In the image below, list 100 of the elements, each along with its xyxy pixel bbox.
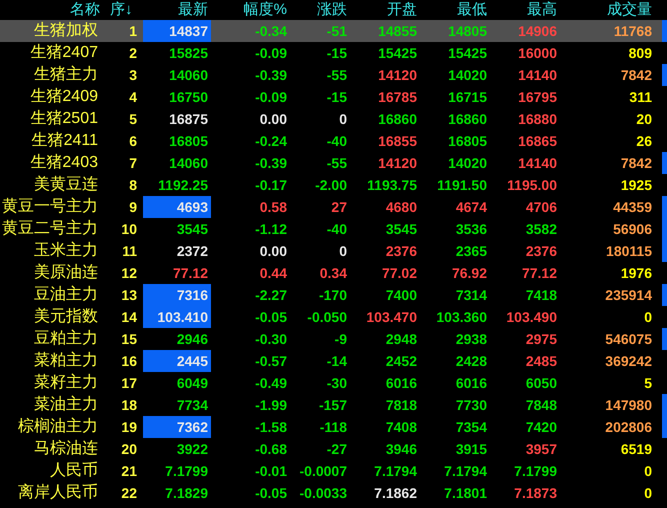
column-header[interactable]: 涨跌 [290, 0, 350, 20]
row-number: 19 [120, 418, 138, 437]
instrument-name: 玉米主力 [33, 240, 99, 261]
table-cell-text: 3545 [176, 220, 208, 239]
table-cell-text: 15825 [169, 44, 208, 63]
table-cell-text: 7842 [620, 154, 652, 173]
table-cell-text: 147980 [605, 396, 652, 415]
table-cell-text: -0.09 [255, 44, 287, 63]
column-header[interactable]: 开盘 [350, 0, 420, 20]
table-cell-text: 7.1873 [514, 484, 557, 503]
table-cell-text: -30 [326, 374, 347, 393]
table-cell-text: 180115 [606, 242, 652, 261]
table-cell-text: 14805 [448, 22, 487, 41]
table-cell-text: 16880 [518, 110, 557, 129]
column-header[interactable]: 序↓ [100, 0, 140, 20]
table-cell-text: 14060 [169, 154, 208, 173]
table-cell-text: 3915 [456, 440, 487, 459]
column-header[interactable]: 最低 [420, 0, 490, 20]
table-cell-text: 4706 [526, 198, 557, 217]
table-cell-text: -2.27 [255, 286, 287, 305]
row-number: 15 [120, 330, 138, 349]
table-cell-text: 7848 [526, 396, 557, 415]
table-cell-text: 4693 [176, 198, 208, 217]
table-cell-text: -0.49 [255, 374, 287, 393]
row-number: 16 [120, 352, 138, 371]
table-cell-text: -0.05 [255, 308, 287, 327]
column-header[interactable]: 成交量 [560, 0, 660, 20]
table-cell-text: 0.00 [260, 242, 287, 261]
instrument-name: 人民币 [49, 460, 99, 481]
row-number: 12 [120, 264, 138, 283]
table-cell-text: -15 [326, 44, 347, 63]
table-cell-text: -0.050 [307, 308, 347, 327]
row-number: 20 [120, 440, 138, 459]
table-cell-text: -1.12 [255, 220, 287, 239]
table-cell-text: 1195.00 [507, 176, 557, 195]
table-cell-text: 0 [339, 110, 347, 129]
table-cell-text: -40 [326, 132, 347, 151]
table-cell-text: 16000 [518, 44, 557, 63]
column-header[interactable]: 幅度% [211, 0, 290, 20]
table-cell-text: -1.99 [255, 396, 287, 415]
table-cell-text: 2376 [386, 242, 417, 261]
instrument-name: 生猪2407 [29, 42, 99, 63]
table-cell-text: -0.39 [255, 154, 287, 173]
table-cell-text: 7420 [526, 418, 557, 437]
table-cell-text: 2975 [526, 330, 557, 349]
instrument-name: 生猪加权 [33, 20, 99, 41]
table-cell-text: 4680 [386, 198, 417, 217]
table-cell-text: -0.0033 [300, 484, 347, 503]
table-cell-text: 7.1794 [444, 462, 487, 481]
row-number: 22 [120, 484, 138, 503]
table-cell-text: 16865 [518, 132, 557, 151]
table-cell-text: 16860 [448, 110, 487, 129]
table-cell-text: -0.17 [255, 176, 287, 195]
table-cell-text: 6519 [620, 440, 652, 459]
table-cell-text: 2445 [176, 352, 208, 371]
table-cell-text: 6050 [526, 374, 557, 393]
column-header[interactable]: 最新 [143, 0, 211, 20]
table-cell-text: -14 [326, 352, 347, 371]
table-cell-text: 14060 [169, 66, 208, 85]
row-number: 9 [128, 198, 138, 217]
table-cell-text: 6016 [386, 374, 417, 393]
row-number: 14 [120, 308, 138, 327]
instrument-name: 生猪主力 [33, 64, 99, 85]
table-cell-text: 56906 [613, 220, 652, 239]
table-cell-text: 7418 [526, 286, 557, 305]
table-cell-text: 1925 [620, 176, 652, 195]
table-cell-text: 311 [629, 88, 652, 107]
table-cell-text: -27 [326, 440, 347, 459]
table-cell-text: 1976 [620, 264, 652, 283]
instrument-name: 豆粕主力 [33, 328, 99, 349]
table-cell-text: 7734 [176, 396, 208, 415]
column-header[interactable]: 名称 [0, 0, 100, 20]
table-cell-text: 20 [636, 110, 652, 129]
instrument-name: 美原油连 [33, 262, 99, 283]
instrument-name: 黄豆一号主力 [1, 196, 99, 217]
table-cell-text: 44359 [613, 198, 652, 217]
table-cell-text: 77.02 [382, 264, 417, 283]
table-cell-text: 16805 [169, 132, 208, 151]
table-cell-text: -55 [326, 66, 347, 85]
table-cell-text: -157 [318, 396, 347, 415]
column-header[interactable]: 最高 [490, 0, 560, 20]
instrument-name: 豆油主力 [33, 284, 99, 305]
table-cell-text: 0 [339, 242, 347, 261]
table-cell-text: 16750 [169, 88, 208, 107]
row-number: 18 [120, 396, 138, 415]
table-cell-text: 7.1799 [514, 462, 557, 481]
table-cell-text: -0.39 [255, 66, 287, 85]
instrument-name: 马棕油连 [33, 438, 99, 459]
table-cell-text: 2938 [456, 330, 487, 349]
table-cell-text: 15425 [448, 44, 487, 63]
row-number: 1 [128, 22, 138, 41]
instrument-name: 离岸人民币 [17, 482, 99, 503]
table-cell-text: -0.01 [255, 462, 287, 481]
selected-row-highlight[interactable]: 生猪加权 1 14837 -0.34 -51 14855 14805 14906 11768 [0, 20, 667, 42]
table-cell-text: 0.58 [260, 198, 287, 217]
table-cell-text: 0 [644, 308, 652, 327]
table-cell-text: -170 [318, 286, 347, 305]
instrument-name: 美黄豆连 [33, 174, 99, 195]
table-cell-text: 3957 [526, 440, 557, 459]
table-cell-text: 3536 [456, 220, 487, 239]
